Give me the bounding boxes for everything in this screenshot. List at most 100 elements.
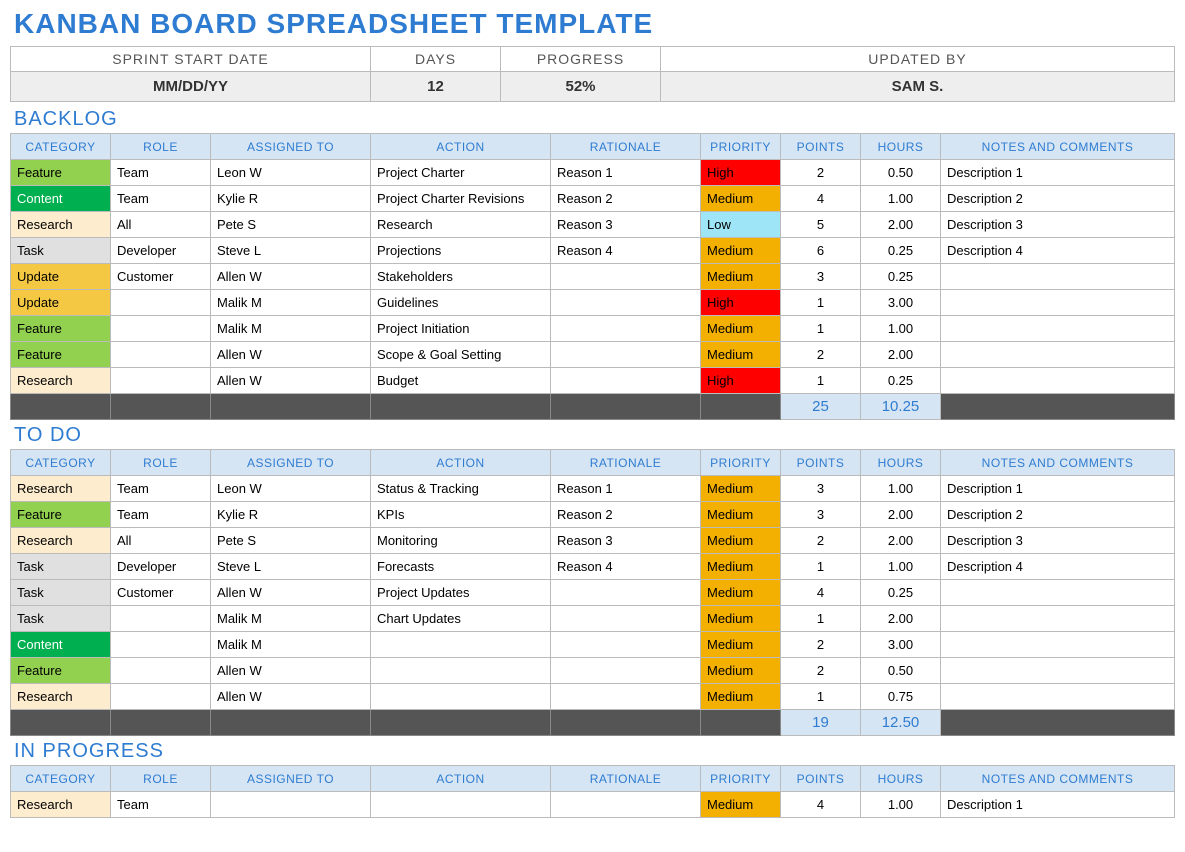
cell-action[interactable]: Chart Updates xyxy=(371,606,551,632)
cell-hours[interactable]: 0.25 xyxy=(861,238,941,264)
cell-assigned[interactable]: Pete S xyxy=(211,212,371,238)
cell-notes[interactable]: Description 1 xyxy=(941,792,1175,818)
cell-action[interactable]: Guidelines xyxy=(371,290,551,316)
table-row[interactable]: ResearchTeamLeon WStatus & TrackingReaso… xyxy=(11,476,1175,502)
cell-action[interactable] xyxy=(371,632,551,658)
cell-rationale[interactable]: Reason 1 xyxy=(551,476,701,502)
cell-hours[interactable]: 1.00 xyxy=(861,554,941,580)
cell-role[interactable] xyxy=(111,290,211,316)
table-row[interactable]: FeatureAllen WScope & Goal SettingMedium… xyxy=(11,342,1175,368)
table-row[interactable]: ResearchAllen WMedium10.75 xyxy=(11,684,1175,710)
cell-priority[interactable]: Medium xyxy=(701,238,781,264)
cell-assigned[interactable]: Kylie R xyxy=(211,502,371,528)
cell-category[interactable]: Content xyxy=(11,186,111,212)
cell-points[interactable]: 3 xyxy=(781,264,861,290)
cell-action[interactable] xyxy=(371,658,551,684)
table-row[interactable]: TaskMalik MChart UpdatesMedium12.00 xyxy=(11,606,1175,632)
cell-priority[interactable]: Medium xyxy=(701,580,781,606)
cell-rationale[interactable]: Reason 4 xyxy=(551,554,701,580)
cell-points[interactable]: 2 xyxy=(781,528,861,554)
cell-rationale[interactable]: Reason 1 xyxy=(551,160,701,186)
cell-action[interactable]: Status & Tracking xyxy=(371,476,551,502)
cell-role[interactable]: Team xyxy=(111,792,211,818)
cell-notes[interactable] xyxy=(941,580,1175,606)
cell-notes[interactable] xyxy=(941,368,1175,394)
table-row[interactable]: TaskCustomerAllen WProject UpdatesMedium… xyxy=(11,580,1175,606)
cell-points[interactable]: 4 xyxy=(781,580,861,606)
cell-priority[interactable]: High xyxy=(701,290,781,316)
cell-points[interactable]: 1 xyxy=(781,554,861,580)
cell-points[interactable]: 1 xyxy=(781,290,861,316)
cell-action[interactable]: Project Charter Revisions xyxy=(371,186,551,212)
cell-priority[interactable]: Medium xyxy=(701,476,781,502)
cell-rationale[interactable] xyxy=(551,606,701,632)
cell-hours[interactable]: 3.00 xyxy=(861,632,941,658)
cell-hours[interactable]: 0.25 xyxy=(861,368,941,394)
cell-category[interactable]: Task xyxy=(11,606,111,632)
cell-points[interactable]: 2 xyxy=(781,658,861,684)
cell-points[interactable]: 3 xyxy=(781,502,861,528)
cell-hours[interactable]: 0.50 xyxy=(861,658,941,684)
table-row[interactable]: FeatureMalik MProject InitiationMedium11… xyxy=(11,316,1175,342)
cell-priority[interactable]: Medium xyxy=(701,792,781,818)
cell-rationale[interactable]: Reason 2 xyxy=(551,186,701,212)
cell-priority[interactable]: High xyxy=(701,368,781,394)
cell-rationale[interactable] xyxy=(551,342,701,368)
cell-category[interactable]: Feature xyxy=(11,342,111,368)
cell-category[interactable]: Research xyxy=(11,792,111,818)
cell-rationale[interactable] xyxy=(551,316,701,342)
cell-points[interactable]: 1 xyxy=(781,606,861,632)
cell-assigned[interactable]: Allen W xyxy=(211,342,371,368)
cell-notes[interactable] xyxy=(941,632,1175,658)
table-row[interactable]: FeatureAllen WMedium20.50 xyxy=(11,658,1175,684)
table-row[interactable]: TaskDeveloperSteve LForecastsReason 4Med… xyxy=(11,554,1175,580)
cell-role[interactable] xyxy=(111,658,211,684)
table-row[interactable]: FeatureTeamLeon WProject CharterReason 1… xyxy=(11,160,1175,186)
days-value[interactable]: 12 xyxy=(371,72,501,102)
cell-category[interactable]: Task xyxy=(11,580,111,606)
cell-priority[interactable]: Medium xyxy=(701,606,781,632)
cell-category[interactable]: Feature xyxy=(11,502,111,528)
cell-category[interactable]: Feature xyxy=(11,160,111,186)
cell-role[interactable] xyxy=(111,606,211,632)
cell-assigned[interactable]: Malik M xyxy=(211,632,371,658)
cell-notes[interactable] xyxy=(941,606,1175,632)
cell-action[interactable]: Budget xyxy=(371,368,551,394)
cell-points[interactable]: 3 xyxy=(781,476,861,502)
cell-hours[interactable]: 1.00 xyxy=(861,792,941,818)
cell-hours[interactable]: 3.00 xyxy=(861,290,941,316)
cell-points[interactable]: 1 xyxy=(781,316,861,342)
table-row[interactable]: ContentTeamKylie RProject Charter Revisi… xyxy=(11,186,1175,212)
cell-role[interactable]: Developer xyxy=(111,554,211,580)
cell-notes[interactable] xyxy=(941,342,1175,368)
cell-action[interactable]: Stakeholders xyxy=(371,264,551,290)
cell-hours[interactable]: 1.00 xyxy=(861,186,941,212)
cell-role[interactable]: Team xyxy=(111,502,211,528)
cell-priority[interactable]: Low xyxy=(701,212,781,238)
cell-role[interactable] xyxy=(111,684,211,710)
table-row[interactable]: UpdateMalik MGuidelinesHigh13.00 xyxy=(11,290,1175,316)
cell-role[interactable]: Developer xyxy=(111,238,211,264)
cell-hours[interactable]: 1.00 xyxy=(861,316,941,342)
cell-points[interactable]: 1 xyxy=(781,368,861,394)
cell-rationale[interactable] xyxy=(551,580,701,606)
cell-hours[interactable]: 2.00 xyxy=(861,502,941,528)
cell-rationale[interactable] xyxy=(551,684,701,710)
cell-points[interactable]: 5 xyxy=(781,212,861,238)
cell-notes[interactable] xyxy=(941,290,1175,316)
cell-rationale[interactable]: Reason 2 xyxy=(551,502,701,528)
cell-rationale[interactable] xyxy=(551,368,701,394)
cell-assigned[interactable]: Malik M xyxy=(211,606,371,632)
cell-assigned[interactable]: Allen W xyxy=(211,264,371,290)
cell-assigned[interactable]: Malik M xyxy=(211,290,371,316)
cell-priority[interactable]: Medium xyxy=(701,684,781,710)
cell-category[interactable]: Update xyxy=(11,264,111,290)
cell-category[interactable]: Research xyxy=(11,368,111,394)
cell-action[interactable]: Projections xyxy=(371,238,551,264)
table-row[interactable]: ContentMalik MMedium23.00 xyxy=(11,632,1175,658)
cell-category[interactable]: Task xyxy=(11,238,111,264)
cell-hours[interactable]: 1.00 xyxy=(861,476,941,502)
cell-category[interactable]: Research xyxy=(11,684,111,710)
cell-notes[interactable]: Description 2 xyxy=(941,186,1175,212)
cell-role[interactable]: All xyxy=(111,212,211,238)
